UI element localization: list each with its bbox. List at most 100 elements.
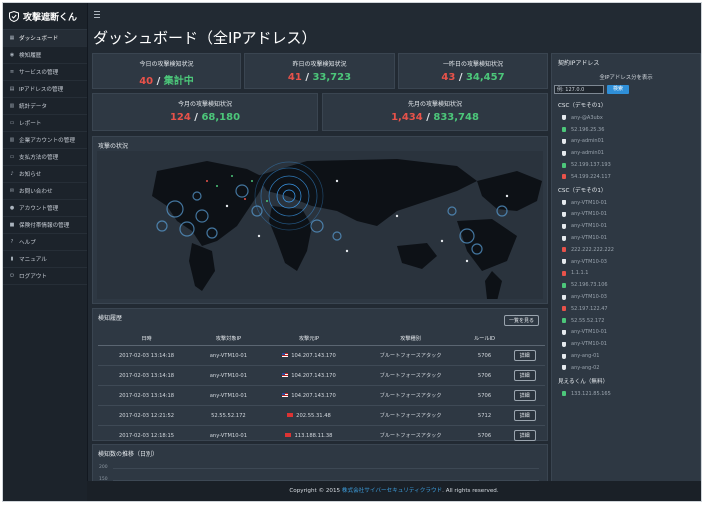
cell-rule-id: 5712	[464, 405, 505, 426]
cell-time: 2017-02-03 12:18:15	[98, 425, 196, 446]
sidebar-item-label: お知らせ	[19, 172, 42, 178]
server-icon	[562, 174, 566, 180]
brand-name: 攻撃遮断くん	[23, 12, 78, 23]
sidebar-item[interactable]: ▤ IPアドレスの管理	[3, 81, 87, 98]
cell-attack-type: ブルートフォースアタック	[356, 405, 465, 426]
ip-list-item[interactable]: 1.1.1.1	[558, 268, 698, 280]
trend-tick: 200	[99, 465, 108, 470]
ip-list-item[interactable]: any-admin01	[558, 136, 698, 148]
ip-search-input[interactable]: 例: 127.0.0	[554, 85, 604, 94]
sidebar-item[interactable]: ▭ 支払方法の管理	[3, 149, 87, 166]
ip-list-item[interactable]: any-ang-02	[558, 362, 698, 374]
company-link[interactable]: 株式会社サイバーセキュリティクラウド	[342, 488, 442, 494]
shield-icon	[562, 138, 566, 144]
ip-list-item[interactable]: 54.199.224.117	[558, 171, 698, 183]
ip-list-item[interactable]: any-VTM10-03	[558, 256, 698, 268]
sidebar-item[interactable]: ▮ マニュアル	[3, 251, 87, 268]
server-icon	[562, 282, 566, 288]
ip-list-item[interactable]: any-VTM10-01	[558, 197, 698, 209]
shield-icon	[562, 365, 566, 371]
stat-total: 集計中	[163, 76, 194, 87]
chart-icon: ▥	[9, 103, 15, 109]
sidebar-item[interactable]: ▥ 統計データ	[3, 98, 87, 115]
ip-label: any-VTM10-01	[571, 211, 607, 218]
grid-line	[113, 468, 539, 469]
stat-separator: /	[301, 72, 313, 83]
column-header: ルールID	[464, 331, 505, 346]
sidebar-item-label: ヘルプ	[19, 240, 36, 246]
ip-label: any-VTM10-01	[571, 341, 607, 348]
stat-detected: 1,434	[391, 112, 423, 123]
sidebar-item-label: サービスの管理	[19, 70, 59, 76]
detail-button[interactable]: 詳細	[513, 390, 536, 401]
search-button[interactable]: 検索	[607, 85, 629, 94]
brand-logo[interactable]: 攻撃遮断くん	[3, 3, 87, 30]
ip-list-item[interactable]: any-@A3ubx	[558, 112, 698, 124]
ip-label: any-VTM10-01	[571, 199, 607, 206]
ip-label: any-ang-01	[571, 353, 600, 360]
ip-list-item[interactable]: 52.55.52.172	[558, 315, 698, 327]
table-row: 2017-02-03 13:14:18 any-VTM10-01 104.207.1…	[98, 345, 545, 366]
table-row: 2017-02-03 12:18:15 any-VTM10-01 113.188.1…	[98, 425, 545, 446]
dashboard-icon: ▦	[9, 35, 15, 41]
column-header: 攻撃対象IP	[195, 331, 262, 346]
ip-list-item[interactable]: any-admin01	[558, 147, 698, 159]
ip-label: any-admin01	[571, 150, 604, 157]
sidebar-item[interactable]: ≡ サービスの管理	[3, 64, 87, 81]
shield-icon	[562, 150, 566, 156]
sidebar-item[interactable]: ◉ 検知履歴	[3, 47, 87, 64]
stat-separator: /	[422, 112, 434, 123]
sidebar-item[interactable]: ✉ お問い合わせ	[3, 183, 87, 200]
ip-list-item[interactable]: 133.121.85.165	[558, 388, 698, 400]
world-attack-map[interactable]	[97, 151, 543, 299]
cell-source-ip: 104.207.143.170	[261, 365, 357, 386]
ip-label: any-VTM10-03	[571, 294, 607, 301]
stat-title: 今日の攻撃検知状況	[139, 61, 194, 68]
detail-button[interactable]: 詳細	[513, 350, 536, 361]
sidebar-item[interactable]: ● アカウント管理	[3, 200, 87, 217]
sidebar-item[interactable]: ▥ 企業アカウントの管理	[3, 132, 87, 149]
ip-list-item[interactable]: 52.199.137.193	[558, 159, 698, 171]
sidebar-item-label: ダッシュボード	[19, 36, 59, 42]
ip-list-item[interactable]: 52.196.73.106	[558, 279, 698, 291]
sidebar-item[interactable]: ♪ お知らせ	[3, 166, 87, 183]
sidebar-item[interactable]: ■ 保険付帯情報の管理	[3, 217, 87, 234]
ip-list-item[interactable]: any-VTM10-01	[558, 338, 698, 350]
ip-list-item[interactable]: any-VTM10-01	[558, 232, 698, 244]
detail-button[interactable]: 詳細	[513, 430, 536, 441]
server-icon	[562, 270, 566, 276]
column-header: 攻撃元IP	[261, 331, 357, 346]
ip-list-item[interactable]: any-VTM10-03	[558, 291, 698, 303]
sidebar-item[interactable]: ▭ レポート	[3, 115, 87, 132]
ip-list-item[interactable]: any-VTM10-01	[558, 209, 698, 221]
sidebar-item-label: マニュアル	[19, 257, 47, 263]
shield-icon	[562, 115, 566, 121]
sidebar-item[interactable]: ⏻ ログアウト	[3, 268, 87, 285]
ip-list-item[interactable]: any-VTM10-01	[558, 220, 698, 232]
ip-list-item[interactable]: 52.197.122.47	[558, 303, 698, 315]
ip-list-item[interactable]: any-VTM10-01	[558, 327, 698, 339]
column-header: 攻撃種別	[356, 331, 465, 346]
server-icon	[562, 391, 566, 397]
show-all-ip-link[interactable]: 全IPアドレス分を表示	[552, 73, 700, 81]
cell-action: 詳細	[504, 385, 545, 406]
ip-list-item[interactable]: 222.222.222.222	[558, 244, 698, 256]
detection-history-panel: 検知履歴 一覧を見る 日時 攻撃対象IP 攻撃元IP 攻撃種別 ルールID 20…	[92, 308, 548, 446]
ip-group-title: CSC（デモその1）	[558, 103, 607, 109]
ip-list-item[interactable]: any-ang-01	[558, 350, 698, 362]
stat-title: 一昨日の攻撃検知状況	[442, 61, 503, 68]
help-icon: ?	[10, 239, 14, 245]
sidebar-item[interactable]: ▦ ダッシュボード	[3, 30, 87, 47]
view-all-button[interactable]: 一覧を見る	[503, 315, 539, 326]
table-row: 2017-02-03 13:14:18 any-VTM10-01 104.207.1…	[98, 385, 545, 406]
detail-button[interactable]: 詳細	[513, 370, 536, 381]
cell-source-ip: 113.188.11.38	[261, 425, 357, 446]
detail-button[interactable]: 詳細	[513, 410, 536, 421]
sidebar-item[interactable]: ? ヘルプ	[3, 234, 87, 251]
stat-today: 今日の攻撃検知状況 40 / 集計中	[92, 53, 241, 89]
menu-toggle-icon[interactable]	[94, 11, 100, 18]
list-icon: ≡	[9, 69, 15, 75]
power-icon: ⏻	[10, 273, 14, 279]
shield-icon	[562, 329, 566, 335]
ip-list-item[interactable]: 52.196.25.36	[558, 124, 698, 136]
